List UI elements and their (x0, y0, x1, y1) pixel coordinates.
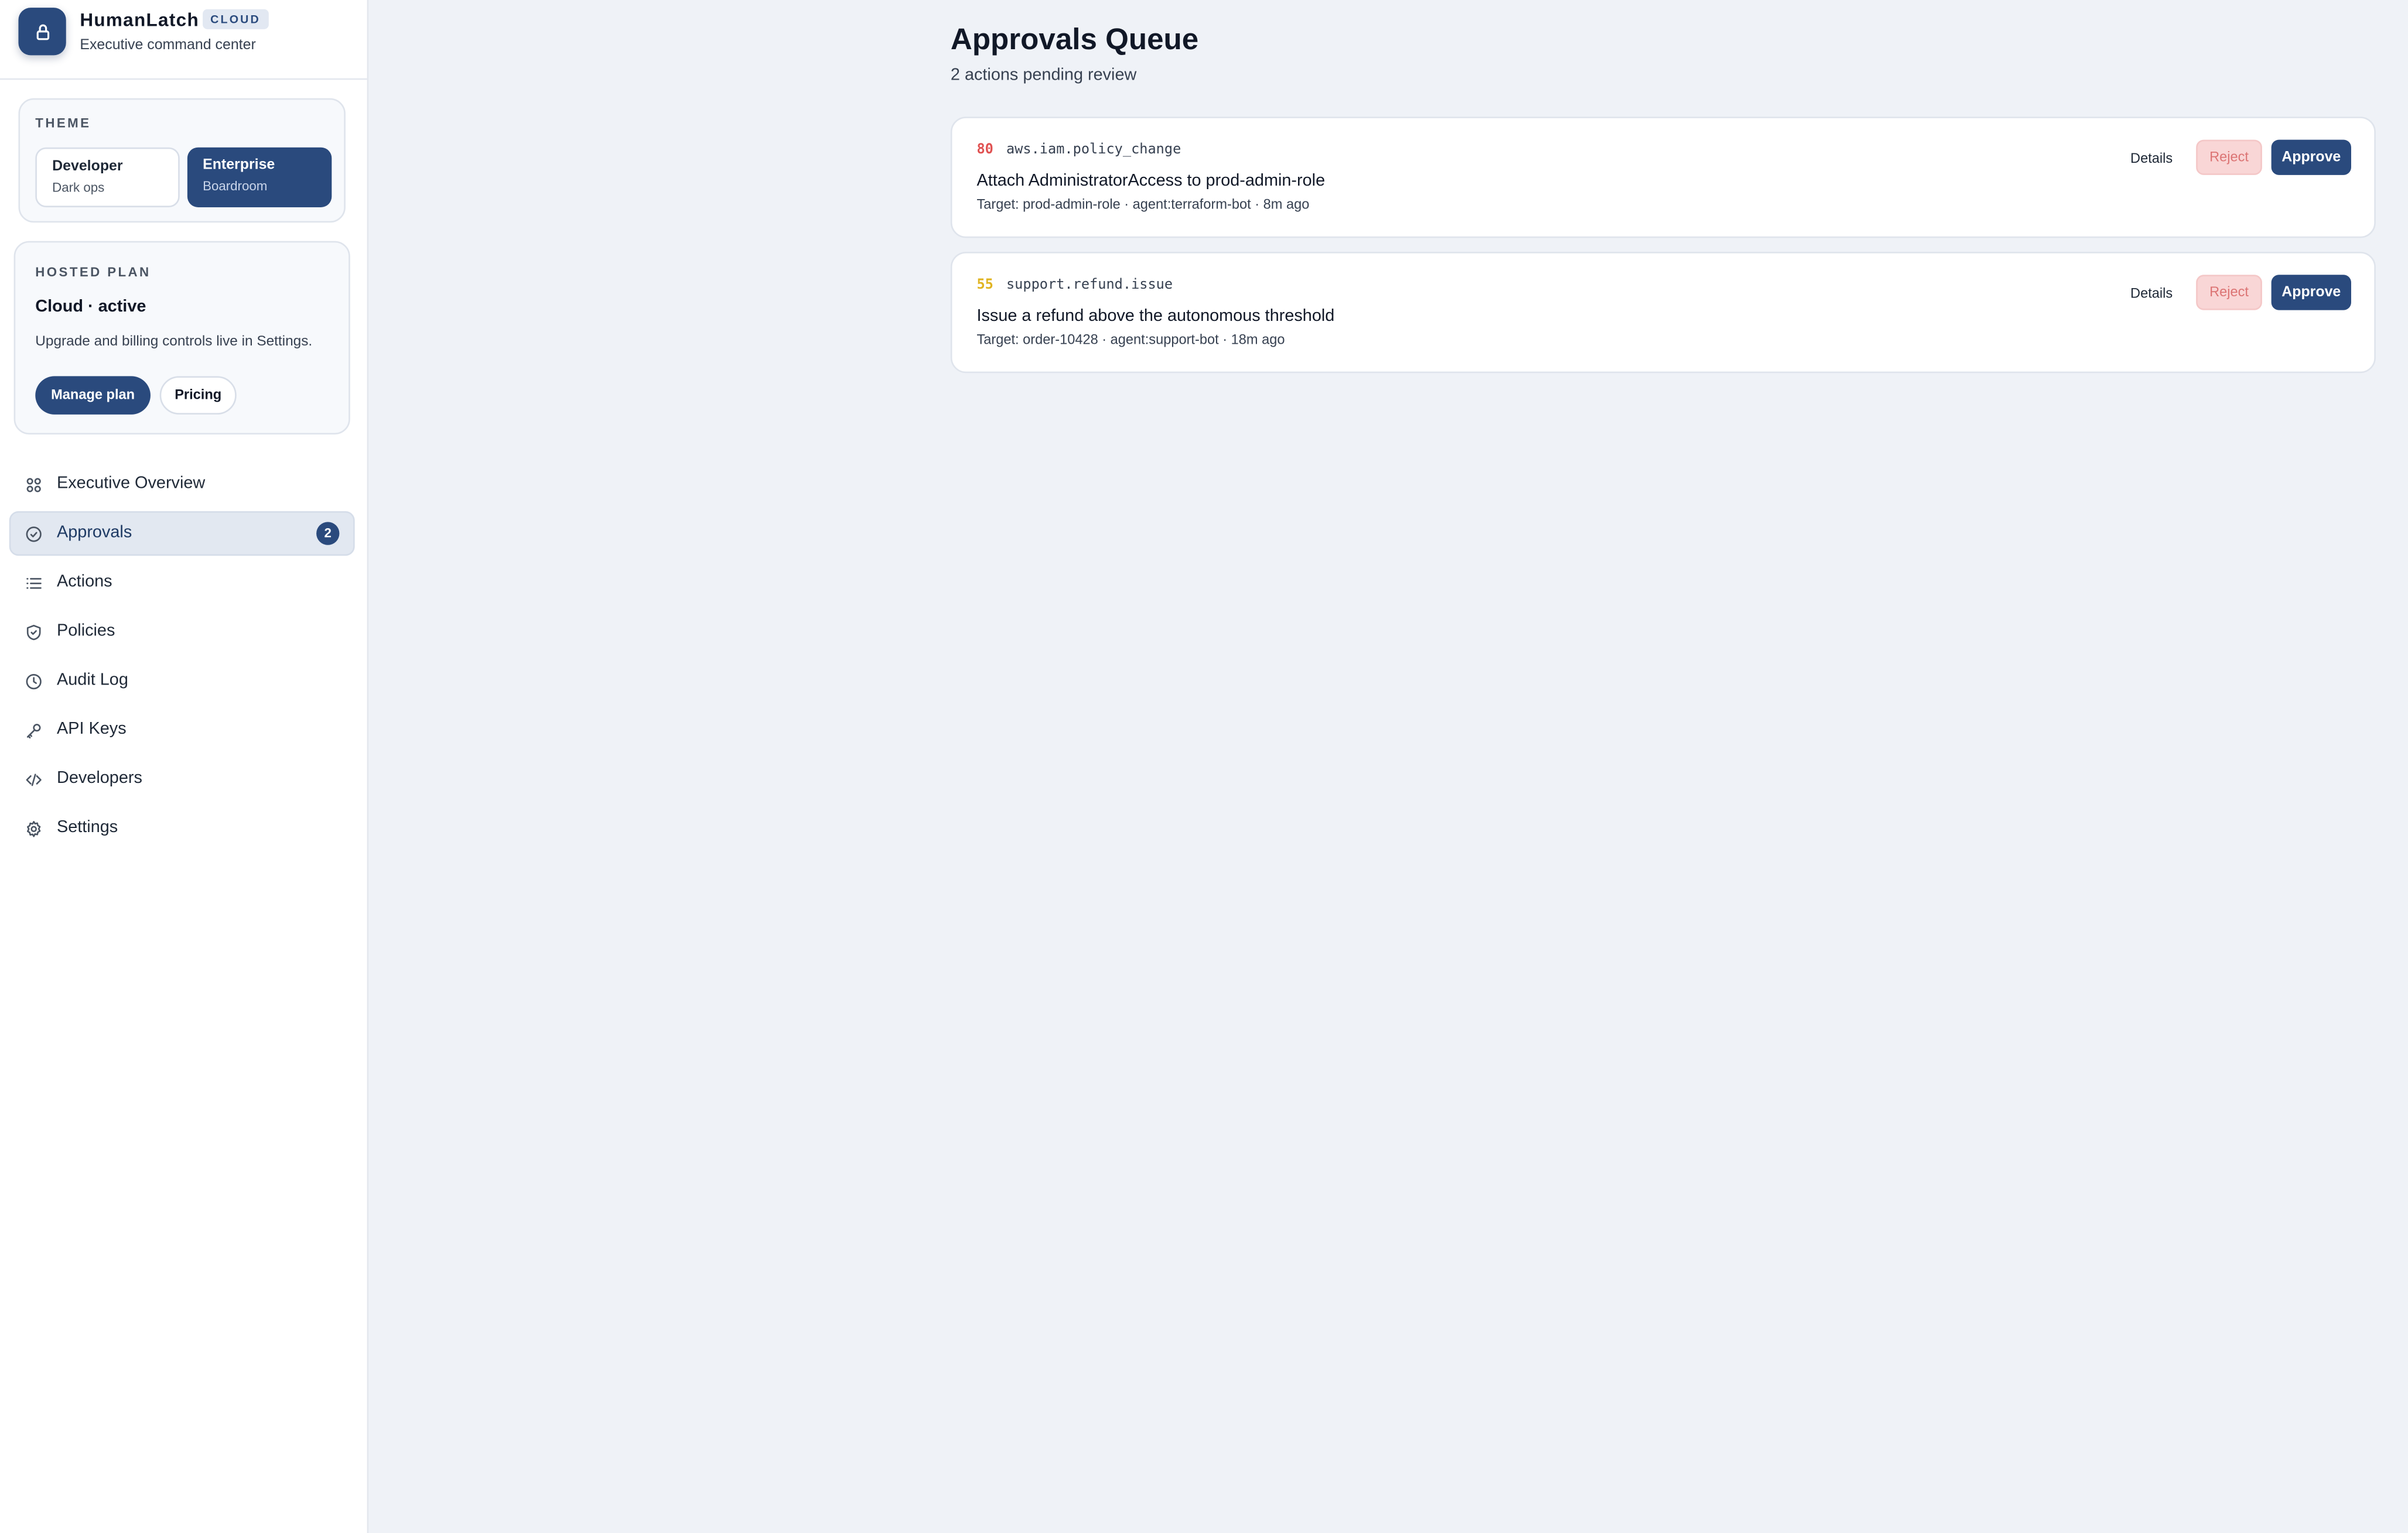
sidebar: HumanLatch CLOUD Executive command cente… (0, 0, 369, 1533)
lock-icon (18, 8, 66, 56)
action-meta: Target: order-10428 · agent:support-bot … (976, 331, 1285, 347)
theme-option-subtitle: Dark ops (52, 179, 105, 195)
risk-line: 80 aws.iam.policy_change (976, 143, 1181, 158)
risk-score: 55 (976, 278, 993, 293)
sidebar-item-executive-overview[interactable]: Executive Overview (9, 462, 355, 507)
page-title: Approvals Queue (950, 23, 1199, 57)
sidebar-item-label: Developers (57, 769, 142, 788)
sidebar-item-label: API Keys (57, 720, 127, 739)
approve-button[interactable]: Approve (2271, 139, 2351, 175)
reject-button[interactable]: Reject (2196, 275, 2262, 310)
approval-card: 80 aws.iam.policy_change Attach Administ… (950, 117, 2376, 238)
theme-title: THEME (35, 115, 91, 131)
approve-button[interactable]: Approve (2271, 275, 2351, 310)
theme-option-title: Developer (52, 158, 123, 175)
list-icon (26, 577, 42, 588)
key-icon (26, 723, 41, 738)
action-title: Attach AdministratorAccess to prod-admin… (976, 172, 1326, 191)
details-button[interactable]: Details (2116, 143, 2187, 173)
brand-tagline: Executive command center (80, 36, 256, 54)
clock-icon (26, 673, 42, 689)
approvals-count-badge: 2 (316, 522, 340, 545)
brand-header: HumanLatch CLOUD Executive command cente… (0, 0, 367, 80)
approval-card: 55 support.refund.issue Issue a refund a… (950, 251, 2376, 374)
sidebar-item-developers[interactable]: Developers (9, 757, 355, 802)
gear-icon (27, 820, 41, 837)
sidebar-item-label: Policies (57, 621, 115, 641)
code-icon (26, 773, 42, 786)
plan-title: HOSTED PLAN (35, 264, 151, 280)
sidebar-item-audit-log[interactable]: Audit Log (9, 659, 355, 703)
sidebar-item-label: Settings (57, 818, 118, 837)
sidebar-item-api-keys[interactable]: API Keys (9, 708, 355, 752)
action-meta: Target: prod-admin-role · agent:terrafor… (976, 196, 1310, 212)
sidebar-item-settings[interactable]: Settings (9, 806, 355, 850)
app-window: HumanLatch CLOUD Executive command cente… (0, 0, 2408, 1533)
plan-badge: CLOUD (203, 9, 268, 29)
sidebar-item-actions[interactable]: Actions (9, 560, 355, 605)
grid-icon (26, 477, 41, 492)
plan-description: Upgrade and billing controls live in Set… (35, 333, 313, 349)
theme-option-developer[interactable]: Developer Dark ops (35, 147, 180, 207)
reject-button[interactable]: Reject (2196, 139, 2262, 175)
theme-option-enterprise[interactable]: Enterprise Boardroom (187, 147, 332, 207)
sidebar-nav: Executive Overview Approvals 2 Actions P… (9, 462, 355, 855)
theme-option-title: Enterprise (203, 156, 275, 174)
sidebar-item-approvals[interactable]: Approvals 2 (9, 511, 355, 556)
sidebar-item-label: Approvals (57, 523, 132, 542)
action-title: Issue a refund above the autonomous thre… (976, 307, 1335, 326)
page-subtitle: 2 actions pending review (950, 66, 1137, 85)
manage-plan-button[interactable]: Manage plan (35, 376, 151, 415)
risk-line: 55 support.refund.issue (976, 278, 1173, 293)
plan-status: Cloud · active (35, 297, 146, 317)
theme-switcher: THEME Developer Dark ops Enterprise Boar… (18, 98, 346, 223)
sidebar-item-policies[interactable]: Policies (9, 610, 355, 654)
action-type: support.refund.issue (1006, 278, 1173, 293)
risk-score: 80 (976, 142, 993, 159)
shield-check-icon (26, 624, 41, 639)
action-type: aws.iam.policy_change (1006, 142, 1181, 159)
sidebar-item-label: Audit Log (57, 670, 128, 690)
sidebar-item-label: Executive Overview (57, 474, 206, 493)
hosted-plan-card: HOSTED PLAN Cloud · active Upgrade and b… (13, 241, 350, 434)
details-button[interactable]: Details (2116, 278, 2187, 309)
theme-option-subtitle: Boardroom (203, 178, 268, 194)
brand-name: HumanLatch (80, 9, 200, 31)
sidebar-item-label: Actions (57, 572, 112, 591)
pricing-button[interactable]: Pricing (159, 376, 237, 415)
check-circle-icon (26, 525, 42, 542)
